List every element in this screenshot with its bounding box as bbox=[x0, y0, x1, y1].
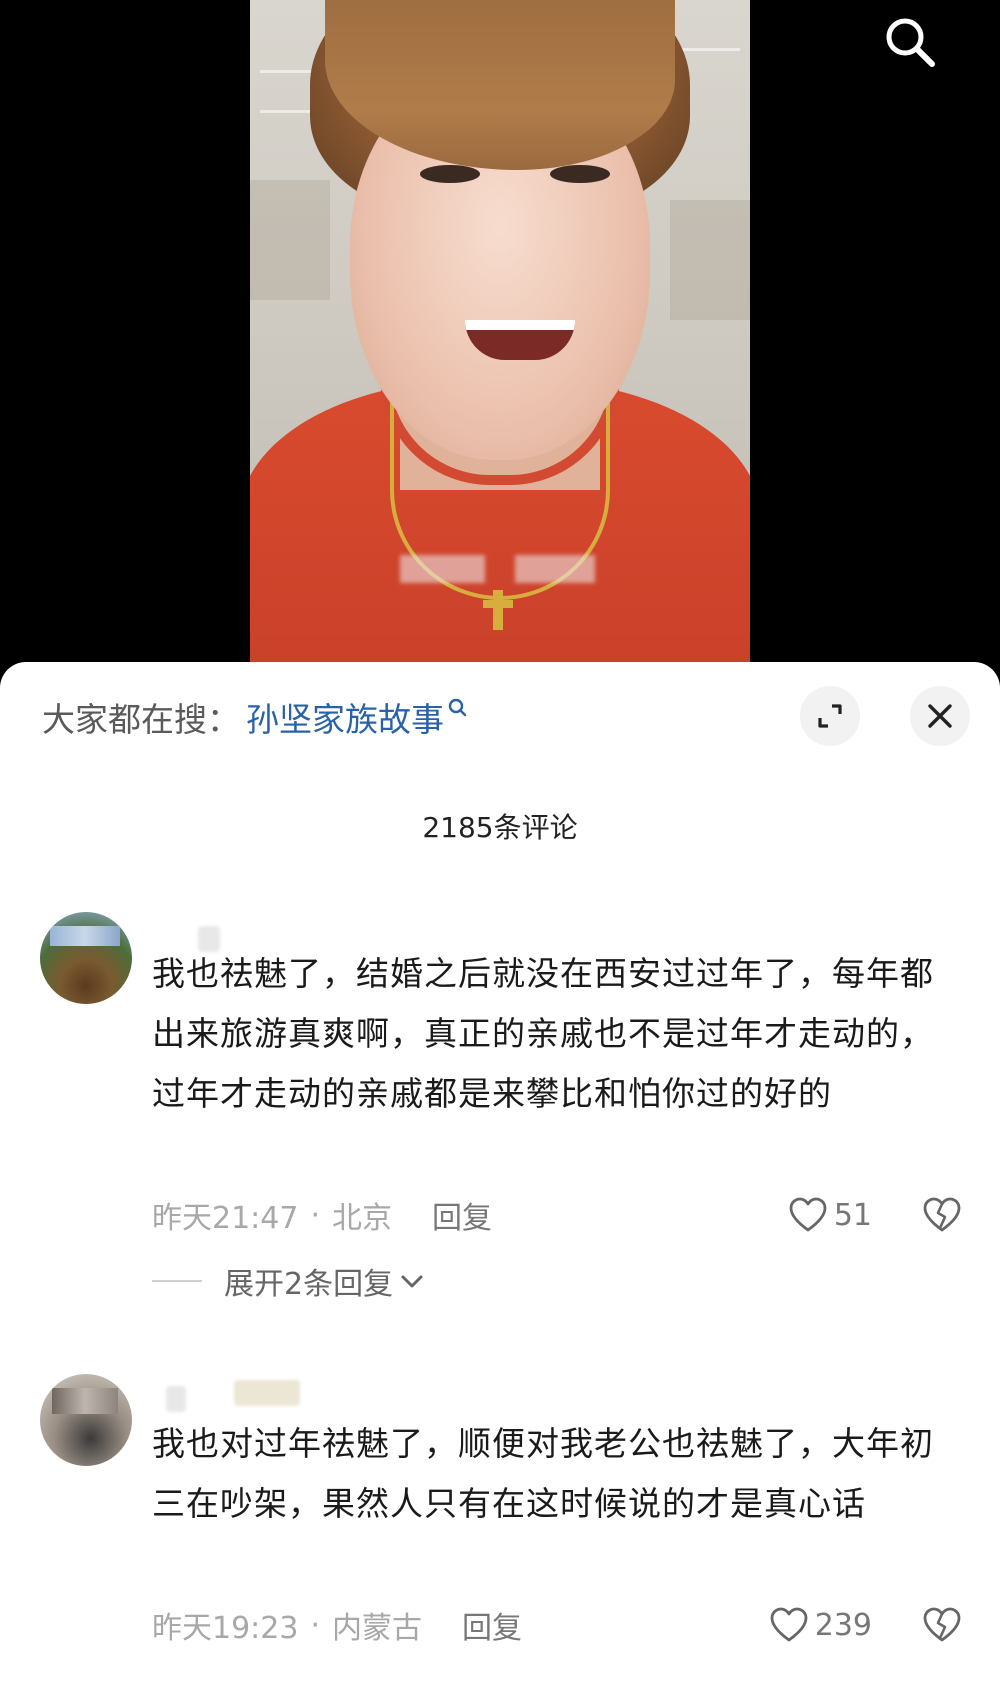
like-button[interactable]: 239 bbox=[769, 1606, 872, 1644]
heart-icon bbox=[789, 1197, 827, 1232]
comment-text: 我也祛魅了，结婚之后就没在西安过过年了，每年都出来旅游真爽啊，真正的亲戚也不是过… bbox=[152, 954, 934, 1113]
comment-location: 内蒙古 bbox=[332, 1611, 423, 1646]
person-eye bbox=[550, 165, 610, 183]
comment-time: 昨天19:23 bbox=[152, 1611, 299, 1646]
comment-location: 北京 bbox=[332, 1201, 393, 1236]
divider-line bbox=[152, 1280, 202, 1282]
comment-time: 昨天21:47 bbox=[152, 1201, 299, 1236]
blurred-caption bbox=[400, 555, 485, 583]
expand-replies-label: 展开2条回复 bbox=[224, 1267, 394, 1302]
close-button[interactable] bbox=[910, 686, 970, 746]
video-player[interactable] bbox=[0, 0, 1000, 690]
like-count: 51 bbox=[833, 1197, 872, 1233]
expand-button[interactable] bbox=[800, 686, 860, 746]
heart-icon bbox=[770, 1607, 808, 1642]
background-wall bbox=[670, 200, 750, 320]
meta-separator: · bbox=[310, 1607, 321, 1643]
person-eye bbox=[420, 165, 480, 183]
background-wall bbox=[250, 180, 330, 300]
video-frame[interactable] bbox=[250, 0, 750, 662]
search-icon[interactable] bbox=[882, 14, 938, 70]
close-icon bbox=[928, 704, 952, 728]
comment-sheet: 大家都在搜： 孙坚家族故事 2185条评论 我也祛魅了，结婚之后就没在西安过过年… bbox=[0, 662, 1000, 1696]
broken-heart-icon[interactable] bbox=[922, 1195, 962, 1235]
avatar[interactable] bbox=[40, 1374, 132, 1466]
meta-separator: · bbox=[310, 1197, 321, 1233]
comment-meta: 昨天19:23 · 内蒙古 回复 239 bbox=[152, 1600, 962, 1650]
trending-search-term[interactable]: 孙坚家族故事 bbox=[246, 693, 444, 741]
broken-heart-icon[interactable] bbox=[922, 1605, 962, 1645]
cross-pendant bbox=[483, 590, 513, 630]
background-light bbox=[260, 110, 310, 113]
trending-search-bar[interactable]: 大家都在搜： 孙坚家族故事 bbox=[42, 692, 468, 742]
trending-prefix: 大家都在搜： bbox=[42, 700, 240, 739]
reply-button[interactable]: 回复 bbox=[432, 1193, 492, 1237]
comment-count: 2185条评论 bbox=[422, 811, 578, 844]
like-count: 239 bbox=[814, 1607, 872, 1643]
reply-button[interactable]: 回复 bbox=[462, 1603, 522, 1647]
comment-meta: 昨天21:47 · 北京 回复 51 bbox=[152, 1190, 962, 1240]
blurred-username[interactable] bbox=[166, 1386, 186, 1412]
avatar[interactable] bbox=[40, 912, 132, 1004]
like-button[interactable]: 51 bbox=[788, 1196, 872, 1234]
comment-text: 我也对过年祛魅了，顺便对我老公也祛魅了，大年初三在吵架，果然人只有在这时候说的才… bbox=[152, 1424, 934, 1523]
blurred-badge bbox=[234, 1380, 300, 1406]
chevron-down-icon bbox=[401, 1275, 423, 1288]
search-icon bbox=[448, 698, 467, 717]
blurred-caption bbox=[515, 555, 595, 583]
expand-replies-button[interactable]: 展开2条回复 bbox=[152, 1258, 425, 1304]
expand-icon bbox=[818, 704, 842, 728]
